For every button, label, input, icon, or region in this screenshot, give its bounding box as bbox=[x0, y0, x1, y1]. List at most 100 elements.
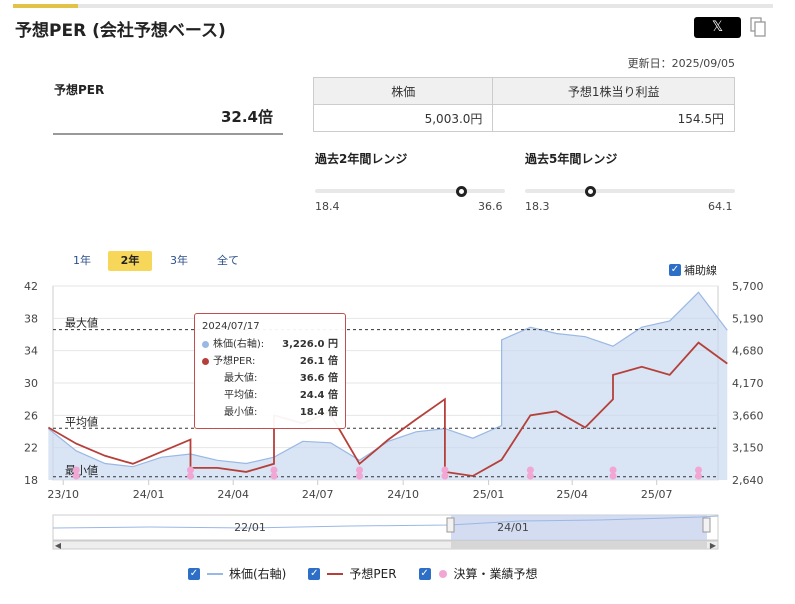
x-tick-label: 24/01 bbox=[133, 488, 165, 501]
scroll-right-icon: ▶ bbox=[710, 541, 717, 550]
y-right-tick-label: 3,150 bbox=[732, 442, 764, 455]
copy-icon[interactable] bbox=[750, 17, 766, 37]
y-left-tick-label: 22 bbox=[24, 442, 38, 455]
earnings-marker bbox=[72, 472, 80, 480]
tooltip-date: 2024/07/17 bbox=[202, 321, 260, 332]
five-year-min: 18.3 bbox=[525, 200, 550, 213]
y-left-tick-label: 38 bbox=[24, 312, 38, 325]
earnings-marker bbox=[270, 466, 278, 474]
five-year-max: 64.1 bbox=[708, 200, 733, 213]
tooltip-min-row: 最小値: 18.4 倍 bbox=[202, 404, 338, 421]
tooltip-price-row: 株価(右軸): 3,226.0 円 bbox=[202, 336, 338, 353]
x-tick-label: 25/07 bbox=[641, 488, 673, 501]
two-year-max: 36.6 bbox=[478, 200, 503, 213]
x-tick-label: 25/01 bbox=[473, 488, 505, 501]
y-right-tick-label: 4,680 bbox=[732, 345, 764, 358]
chart-legend: ✓ 株価(右軸) ✓ 予想PER ✓ 決算・業績予想 bbox=[188, 565, 560, 582]
earnings-marker bbox=[355, 472, 363, 480]
y-left-tick-label: 42 bbox=[24, 280, 38, 293]
tooltip-per-value: 26.1 倍 bbox=[299, 356, 338, 367]
five-year-range-track bbox=[525, 189, 735, 193]
navigator-handle-left bbox=[446, 517, 455, 533]
reference-line-label: 最小値 bbox=[65, 464, 98, 477]
navigator-handle-right bbox=[702, 517, 711, 533]
earnings-marker bbox=[526, 472, 534, 480]
scrollbar-thumb bbox=[451, 541, 707, 549]
price-dot-icon bbox=[202, 341, 209, 348]
tab-1y[interactable]: 1年 bbox=[60, 251, 104, 271]
tooltip-per-label: 予想PER: bbox=[213, 356, 256, 367]
legend-per-checkbox[interactable]: ✓ bbox=[308, 567, 321, 580]
share-x-button[interactable]: 𝕏 bbox=[694, 17, 741, 38]
tooltip-avg-label: 平均値: bbox=[224, 390, 258, 401]
y-left-tick-label: 18 bbox=[24, 474, 38, 487]
price-value: 5,003.0円 bbox=[312, 104, 494, 132]
tooltip-avg-row: 平均値: 24.4 倍 bbox=[202, 387, 338, 404]
eps-header: 予想1株当り利益 bbox=[492, 77, 735, 105]
legend-item-per[interactable]: ✓ 予想PER bbox=[308, 565, 397, 582]
per-dot-icon bbox=[202, 358, 209, 365]
tooltip-max-value: 36.6 倍 bbox=[299, 373, 338, 384]
per-chart[interactable]: 42 5,700 38 5,190 34 4,680 30 4,170 26 3,660 22 3,1… bbox=[0, 270, 795, 555]
tooltip-min-label: 最小値: bbox=[224, 407, 258, 418]
scroll-left-icon: ◀ bbox=[55, 541, 62, 550]
y-right-tick-label: 3,660 bbox=[732, 409, 764, 422]
earnings-marker bbox=[72, 466, 80, 474]
eps-value: 154.5円 bbox=[492, 104, 735, 132]
tab-2y[interactable]: 2年 bbox=[108, 251, 152, 271]
x-tick-label: 24/10 bbox=[387, 488, 419, 501]
earnings-marker bbox=[270, 472, 278, 480]
earnings-marker bbox=[441, 466, 449, 474]
tooltip-max-label: 最大値: bbox=[224, 373, 258, 384]
legend-earnings-checkbox[interactable]: ✓ bbox=[418, 567, 431, 580]
legend-item-price[interactable]: ✓ 株価(右軸) bbox=[188, 565, 286, 582]
price-line-icon bbox=[207, 572, 223, 575]
x-tick-label: 24/07 bbox=[302, 488, 334, 501]
earnings-marker bbox=[355, 466, 363, 474]
x-tick-label: 23/10 bbox=[47, 488, 79, 501]
earnings-marker bbox=[694, 472, 702, 480]
top-divider-accent bbox=[13, 4, 78, 8]
legend-earnings-label: 決算・業績予想 bbox=[453, 567, 538, 581]
x-tick-label: 25/04 bbox=[556, 488, 588, 501]
page-title: 予想PER (会社予想ベース) bbox=[15, 21, 226, 41]
earnings-marker bbox=[441, 472, 449, 480]
tooltip-per-row: 予想PER: 26.1 倍 bbox=[202, 353, 338, 370]
tooltip-min-value: 18.4 倍 bbox=[299, 407, 338, 418]
tooltip-price-value: 3,226.0 円 bbox=[282, 339, 338, 350]
legend-per-label: 予想PER bbox=[349, 567, 397, 581]
legend-price-label: 株価(右軸) bbox=[229, 567, 287, 581]
chart-tooltip: 2024/07/17 株価(右軸): 3,226.0 円 予想PER: 26.1… bbox=[194, 313, 346, 429]
earnings-marker bbox=[186, 472, 194, 480]
two-year-range-knob bbox=[456, 186, 468, 197]
reference-line-label: 最大値 bbox=[65, 316, 98, 330]
y-right-tick-label: 5,700 bbox=[732, 280, 764, 293]
two-year-min: 18.4 bbox=[315, 200, 340, 213]
earnings-marker bbox=[609, 472, 617, 480]
y-right-tick-label: 5,190 bbox=[732, 312, 764, 325]
earnings-marker bbox=[609, 466, 617, 474]
five-year-range-label: 過去5年間レンジ bbox=[525, 152, 618, 166]
navigator-selection bbox=[451, 515, 707, 540]
y-left-tick-label: 30 bbox=[24, 377, 38, 390]
earnings-marker bbox=[186, 466, 194, 474]
per-label: 予想PER bbox=[54, 83, 105, 97]
legend-price-checkbox[interactable]: ✓ bbox=[188, 567, 200, 580]
earnings-dot-icon bbox=[438, 569, 447, 578]
earnings-marker bbox=[694, 466, 702, 474]
tab-3y[interactable]: 3年 bbox=[157, 251, 201, 271]
navigator-tick-label: 24/01 bbox=[497, 521, 529, 534]
y-left-tick-label: 34 bbox=[24, 345, 38, 358]
top-divider bbox=[13, 4, 773, 8]
y-right-tick-label: 4,170 bbox=[732, 377, 764, 390]
updated-date: 更新日：2025/09/05 bbox=[627, 57, 735, 70]
tab-all[interactable]: 全て bbox=[206, 251, 250, 271]
y-left-tick-label: 26 bbox=[24, 409, 38, 422]
tooltip-avg-value: 24.4 倍 bbox=[299, 390, 338, 401]
reference-line-label: 平均値 bbox=[65, 415, 98, 428]
per-value: 32.4倍 bbox=[53, 106, 283, 135]
two-year-range-label: 過去2年間レンジ bbox=[315, 152, 408, 166]
tooltip-max-row: 最大値: 36.6 倍 bbox=[202, 370, 338, 387]
tooltip-price-label: 株価(右軸): bbox=[213, 339, 265, 350]
legend-item-earnings[interactable]: ✓ 決算・業績予想 bbox=[418, 565, 538, 582]
